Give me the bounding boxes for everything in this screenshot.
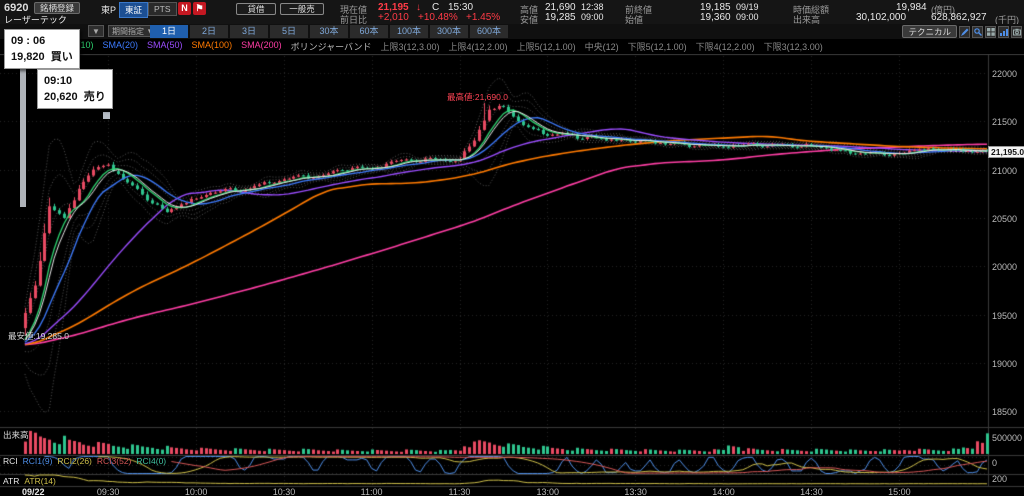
session-low-annotation: 最安値:19,285.0 bbox=[8, 331, 69, 341]
header-bar: 6920 銘柄登録 東P 東証 PTS N ⚑ レーザーテック 貸借 一般売 現… bbox=[0, 0, 1024, 25]
chart-area: 18500 19000 19500 20000 20500 21000 21500 22000… bbox=[0, 54, 1024, 496]
turnover-value: 628,862,927 bbox=[931, 12, 987, 23]
trade-marker-handle[interactable] bbox=[103, 112, 110, 119]
rci-axis-label: 0 bbox=[992, 458, 998, 468]
rci-panel-labels: RCI RCI1(9) RCI2(26) RCI3(52) RCI4(0) bbox=[3, 456, 171, 466]
low-time: 09:00 bbox=[581, 12, 604, 22]
x-axis-tick: 15:00 bbox=[888, 487, 911, 496]
rci-label-RCI2(26): RCI2(26) bbox=[57, 456, 92, 466]
open-time: 09:00 bbox=[736, 12, 759, 22]
period-tab-30本[interactable]: 30本 bbox=[310, 25, 348, 38]
y-axis-tick: 20000 bbox=[992, 262, 1018, 273]
x-axis-tick: 11:30 bbox=[448, 487, 471, 496]
period-tabs: 1日 2日 3日 5日 30本 60本 100本 300本 600本 bbox=[150, 25, 508, 38]
period-toolbar: ▼ 期間指定 ▼ 1日 2日 3日 5日 30本 60本 100本 300本 600本 テクニカ… bbox=[0, 24, 1024, 39]
prev-close-date: 09/19 bbox=[736, 2, 759, 12]
credit-button[interactable]: 貸借 bbox=[236, 3, 276, 15]
x-axis-tick: 13:00 bbox=[536, 487, 559, 496]
low-value: 19,285 bbox=[545, 12, 576, 23]
chart-style-icon[interactable] bbox=[998, 25, 1009, 38]
legend-SMA(200): SMA(200) bbox=[241, 40, 282, 50]
rci-label-RCI1(9): RCI1(9) bbox=[22, 456, 53, 466]
volume-axis-label: 500000 bbox=[992, 433, 1023, 443]
sell-trade-tooltip: 09:10 20,620 売り bbox=[37, 69, 113, 109]
technical-button[interactable]: テクニカル bbox=[902, 25, 957, 38]
volume-panel-label: 出来高 bbox=[3, 430, 29, 440]
atr-panel-labels: ATR ATR(14) bbox=[3, 476, 61, 486]
date-label: 09/22 bbox=[22, 487, 45, 496]
open-value: 19,360 bbox=[700, 12, 731, 23]
atr-axis-label: 200 bbox=[992, 474, 1008, 484]
high-time: 12:38 bbox=[581, 2, 604, 12]
period-tab-100本[interactable]: 100本 bbox=[390, 25, 428, 38]
period-tab-5日[interactable]: 5日 bbox=[270, 25, 308, 38]
y-axis-tick: 19000 bbox=[992, 358, 1018, 369]
screenshot-camera-icon[interactable] bbox=[1011, 25, 1022, 38]
grid-view-icon[interactable] bbox=[985, 25, 996, 38]
change-percent-2: +1.45% bbox=[466, 12, 501, 23]
x-axis-tick: 14:30 bbox=[800, 487, 823, 496]
market-segment-label: 東P bbox=[101, 5, 117, 15]
atr-label-ATR(14): ATR(14) bbox=[24, 476, 56, 486]
y-axis-tick: 20500 bbox=[992, 213, 1018, 224]
sell-trade-price: 20,620 bbox=[44, 91, 78, 103]
legend-band: 下限3(12,3.00) bbox=[763, 42, 823, 52]
sell-trade-time: 09:10 bbox=[44, 75, 73, 87]
buy-trade-side: 買い bbox=[50, 51, 73, 63]
sell-trade-side: 売り bbox=[83, 91, 106, 103]
x-axis-tick: 09:30 bbox=[96, 487, 120, 496]
legend-band: 下限5(12,1.00) bbox=[627, 42, 687, 52]
news-icon[interactable]: N bbox=[178, 2, 191, 15]
legend-SMA(50): SMA(50) bbox=[147, 40, 183, 50]
legend-SMA(20): SMA(20) bbox=[102, 40, 139, 50]
y-axis-tick: 18500 bbox=[992, 407, 1018, 418]
change-value: +2,010 bbox=[378, 12, 409, 23]
y-axis-tick: 19500 bbox=[992, 310, 1018, 321]
rci-label-RCI3(52): RCI3(52) bbox=[96, 456, 132, 466]
alert-icon[interactable]: ⚑ bbox=[193, 2, 206, 15]
legend-band: 下限4(12,2.00) bbox=[695, 42, 755, 52]
legend-bollinger: ボリンジャーバンド bbox=[290, 42, 372, 52]
venue-toggle-tse[interactable]: 東証 bbox=[119, 2, 149, 18]
indicator-legend-bar: SMA(10)SMA(20)SMA(50)SMA(100)SMA(200)ボリン… bbox=[58, 40, 998, 53]
x-axis-tick: 11:00 bbox=[360, 487, 383, 496]
y-axis-tick: 22000 bbox=[992, 69, 1018, 79]
period-tab-3日[interactable]: 3日 bbox=[230, 25, 268, 38]
price-chart-canvas[interactable] bbox=[0, 54, 1024, 496]
x-axis-tick: 10:30 bbox=[272, 487, 296, 496]
x-axis-tick: 10:00 bbox=[184, 487, 208, 496]
period-tab-1日[interactable]: 1日 bbox=[150, 25, 188, 38]
period-tab-60本[interactable]: 60本 bbox=[350, 25, 388, 38]
change-percent: +10.48% bbox=[418, 12, 458, 23]
legend-band: 上限5(12,1.00) bbox=[516, 42, 576, 52]
rci-label-RCI: RCI bbox=[3, 456, 18, 466]
buy-trade-tooltip: 09 : 06 19,820 買い bbox=[4, 29, 80, 69]
chart-app-window: 6920 銘柄登録 東P 東証 PTS N ⚑ レーザーテック 貸借 一般売 現… bbox=[0, 0, 1024, 496]
venue-toggle-pts[interactable]: PTS bbox=[148, 2, 177, 16]
x-axis-tick: 13:30 bbox=[624, 487, 647, 496]
legend-band: 上限4(12,2.00) bbox=[448, 42, 508, 52]
buy-trade-price: 19,820 bbox=[11, 51, 45, 63]
history-dropdown[interactable]: ▼ bbox=[88, 25, 104, 37]
period-tab-300本[interactable]: 300本 bbox=[430, 25, 468, 38]
draw-pencil-icon[interactable] bbox=[959, 25, 970, 38]
legend-band: 上限3(12,3.00) bbox=[380, 42, 440, 52]
period-tab-2日[interactable]: 2日 bbox=[190, 25, 228, 38]
period-tab-600本[interactable]: 600本 bbox=[470, 25, 508, 38]
legend-band: 中央(12) bbox=[584, 42, 619, 52]
general-sell-button[interactable]: 一般売 bbox=[280, 3, 324, 15]
y-axis-tick: 21000 bbox=[992, 165, 1018, 176]
volume-value: 30,102,000 bbox=[856, 12, 907, 23]
atr-label-ATR: ATR bbox=[3, 476, 20, 486]
rci-label-RCI4(0): RCI4(0) bbox=[136, 456, 167, 466]
last-price-box: 21,195.0 bbox=[988, 145, 1024, 158]
zoom-magnifier-icon[interactable] bbox=[972, 25, 983, 38]
y-axis-tick: 21500 bbox=[992, 117, 1018, 128]
legend-SMA(100): SMA(100) bbox=[191, 40, 233, 50]
x-axis-tick: 14:00 bbox=[712, 487, 735, 496]
session-high-annotation: 最高値:21,690.0 bbox=[447, 92, 508, 102]
buy-trade-time: 09 : 06 bbox=[11, 35, 46, 47]
